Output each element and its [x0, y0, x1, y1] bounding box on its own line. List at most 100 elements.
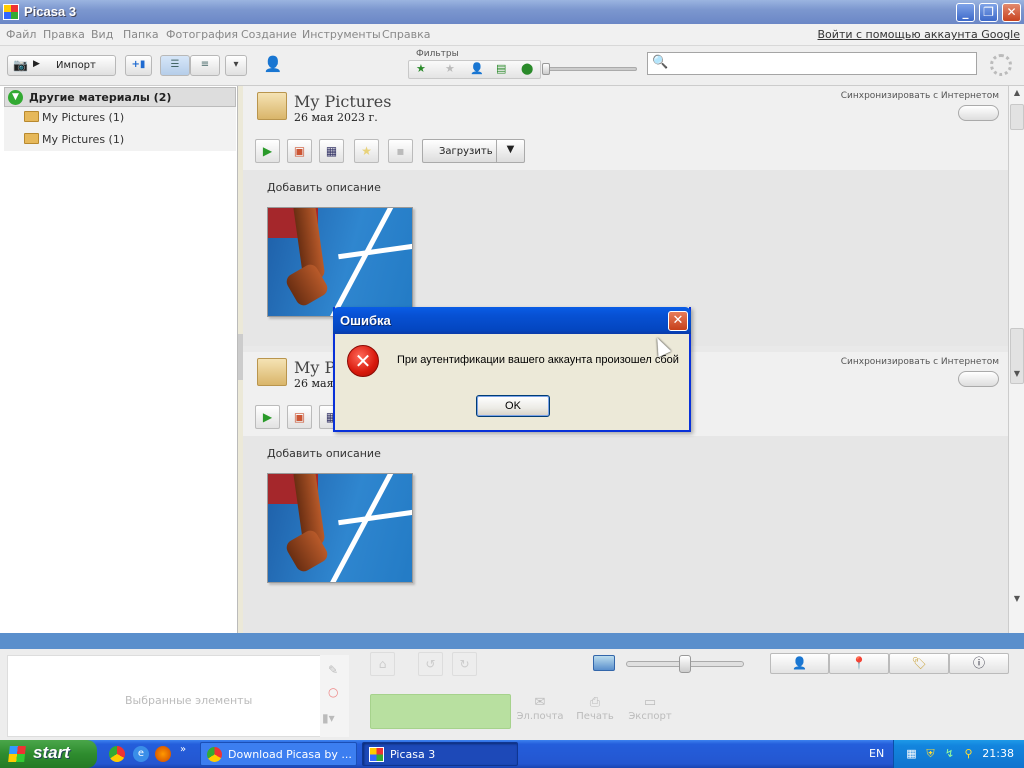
menu-photo[interactable]: Фотография — [166, 28, 238, 41]
tree-root-other-materials[interactable]: ▼ Другие материалы (2) — [4, 87, 236, 107]
folder-tree-panel: ▼ Другие материалы (2) My Pictures (1) M… — [0, 86, 238, 633]
import-button[interactable]: 📷 ▶ Импорт — [7, 55, 116, 76]
save-icon[interactable]: ▪ — [388, 139, 413, 163]
play-slideshow-icon[interactable]: ▶ — [255, 405, 280, 429]
zoom-slider-knob[interactable] — [679, 655, 691, 673]
email-action[interactable]: ✉ Эл.почта — [515, 695, 565, 722]
photo-thumbnail[interactable] — [267, 473, 413, 583]
taskbar-item-chrome[interactable]: Download Picasa by ... — [200, 742, 357, 766]
print-action[interactable]: ⎙ Печать — [570, 695, 620, 722]
add-to-album-icon[interactable]: +▮ — [125, 55, 152, 76]
add-description-link[interactable]: Добавить описание — [267, 181, 381, 194]
scroll-down-icon[interactable]: ▼ — [1010, 369, 1024, 384]
info-panel-icon[interactable]: ⓘ — [949, 653, 1009, 674]
upload-dropdown-icon[interactable]: ▼ — [496, 140, 524, 162]
selected-items-label: Выбранные элементы — [125, 694, 253, 707]
minimize-button[interactable]: _ — [956, 3, 975, 22]
scroll-up-icon[interactable]: ▲ — [1010, 88, 1024, 103]
clear-icon[interactable]: ○ — [328, 685, 338, 699]
ok-button[interactable]: OK — [476, 395, 550, 417]
sync-toggle[interactable] — [958, 105, 999, 121]
places-panel-icon[interactable]: 📍 — [829, 653, 889, 674]
close-button[interactable]: ✕ — [1002, 3, 1021, 22]
share-button[interactable] — [370, 694, 511, 729]
filters-label: Фильтры — [416, 49, 459, 59]
dialog-message: При аутентификации вашего аккаунта произ… — [397, 354, 679, 366]
album-folder-icon — [257, 358, 287, 386]
date-filter-slider[interactable] — [545, 67, 637, 71]
dialog-title-bar[interactable]: Ошибка ✕ — [333, 307, 691, 334]
security-shield-icon[interactable]: ⛨ — [924, 747, 937, 760]
clock: 21:38 — [982, 747, 1014, 760]
star-filter-icon[interactable]: ★ — [416, 62, 426, 75]
quicklaunch-expand-icon[interactable]: » — [180, 744, 186, 755]
album-title[interactable]: My Pictures — [294, 92, 391, 111]
collage-icon[interactable]: ▣ — [287, 405, 312, 429]
video-filter-icon[interactable]: ▤ — [496, 62, 506, 75]
network-icon[interactable]: ▦ — [905, 747, 918, 760]
collapse-arrow-icon[interactable]: ▼ — [8, 90, 23, 105]
sync-toggle[interactable] — [958, 371, 999, 387]
export-action[interactable]: ▭ Экспорт — [625, 695, 675, 722]
start-label: start — [33, 743, 70, 762]
lane-line — [338, 241, 412, 260]
person-filter-icon[interactable]: 👤 — [470, 62, 484, 75]
thumbnail-size-icon — [593, 655, 615, 671]
scrollbar-thumb[interactable] — [1010, 104, 1024, 130]
photo-thumbnail[interactable] — [267, 207, 413, 317]
rotate-left-disabled-icon[interactable]: ⌂ — [370, 652, 395, 676]
tags-panel-icon[interactable]: 🏷 — [889, 653, 949, 674]
menu-file[interactable]: Файл — [6, 28, 36, 41]
ie-quicklaunch-icon[interactable]: e — [133, 746, 149, 762]
people-panel-icon[interactable]: 👤 — [770, 653, 829, 674]
restore-button[interactable]: ❐ — [979, 3, 998, 22]
album-body: Добавить описание — [243, 436, 1008, 633]
language-indicator[interactable]: EN — [869, 747, 884, 760]
firefox-quicklaunch-icon[interactable] — [155, 746, 171, 762]
taskbar-item-picasa[interactable]: Picasa 3 — [362, 742, 518, 766]
menu-folder[interactable]: Папка — [123, 28, 159, 41]
print-label: Печать — [576, 711, 614, 722]
scroll-down-icon[interactable]: ▼ — [1010, 594, 1024, 609]
pin-icon[interactable]: ✎ — [328, 663, 338, 677]
geotag-filter-icon[interactable]: ⬤ — [521, 62, 533, 75]
folder-icon — [24, 133, 39, 144]
tree-view-icon[interactable]: ≡ — [190, 55, 220, 76]
search-input[interactable]: 🔍 — [647, 52, 977, 75]
vertical-scrollbar[interactable]: ▲ ▼ ▼ — [1008, 86, 1024, 633]
menu-edit[interactable]: Правка — [43, 28, 85, 41]
start-button[interactable]: start — [0, 740, 97, 768]
menu-view[interactable]: Вид — [91, 28, 113, 41]
picasa-app-icon — [3, 4, 19, 20]
movie-icon[interactable]: ▦ — [319, 139, 344, 163]
chrome-quicklaunch-icon[interactable] — [109, 746, 125, 762]
menu-tools[interactable]: Инструменты — [302, 28, 381, 41]
export-label: Экспорт — [628, 711, 672, 722]
list-view-icon[interactable]: ☰ — [160, 55, 190, 76]
dialog-close-icon[interactable]: ✕ — [668, 311, 688, 331]
people-icon[interactable]: 👤 — [260, 55, 286, 76]
collage-icon[interactable]: ▣ — [287, 139, 312, 163]
taskbar-item-label: Picasa 3 — [390, 748, 436, 761]
search-tray-icon[interactable]: ⚲ — [962, 747, 975, 760]
menu-help[interactable]: Справка — [382, 28, 430, 41]
tree-item-my-pictures[interactable]: My Pictures (1) — [4, 107, 236, 129]
rotate-ccw-icon[interactable]: ↺ — [418, 652, 443, 676]
play-slideshow-icon[interactable]: ▶ — [255, 139, 280, 163]
rotate-cw-icon[interactable]: ↻ — [452, 652, 477, 676]
tree-item-my-pictures[interactable]: My Pictures (1) — [4, 129, 236, 151]
upload-button[interactable]: Загрузить ▼ — [422, 139, 525, 163]
picasa-icon — [369, 747, 384, 762]
dropdown-chevron-icon[interactable]: ▾ — [225, 55, 247, 76]
date-slider-knob[interactable] — [542, 63, 550, 75]
selected-items-box[interactable]: Выбранные элементы — [7, 655, 349, 737]
google-login-link[interactable]: Войти с помощью аккаунта Google — [818, 28, 1020, 41]
tree-item-label: My Pictures (1) — [42, 111, 125, 124]
update-icon[interactable]: ↯ — [943, 747, 956, 760]
add-description-link[interactable]: Добавить описание — [267, 447, 381, 460]
add-to-album-icon[interactable]: ▮▾ — [322, 711, 335, 725]
upload-filter-icon[interactable]: ★ — [445, 62, 455, 75]
menu-create[interactable]: Создание — [241, 28, 297, 41]
album-header: My Pictures 26 мая 2023 г. Синхронизиров… — [243, 86, 1008, 170]
star-icon[interactable]: ★ — [354, 139, 379, 163]
